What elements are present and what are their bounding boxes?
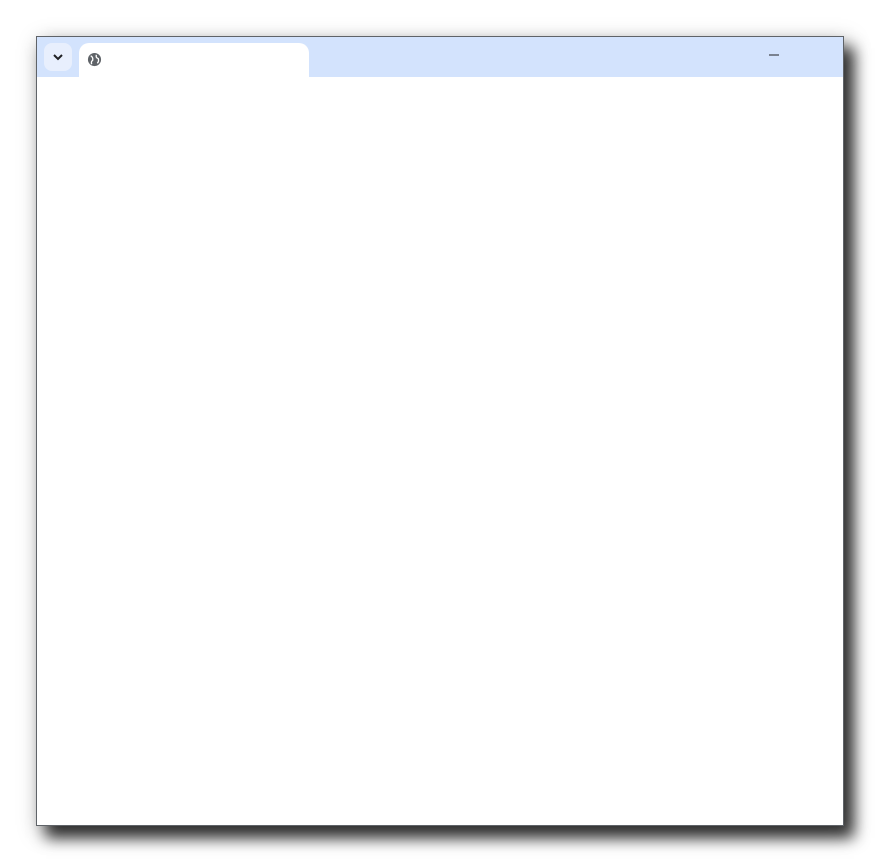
tab-close-icon[interactable] [284,49,302,67]
globe-icon [87,52,102,67]
tab-strip [37,37,843,77]
screenshot-stage [0,0,879,861]
browser-window [36,36,844,826]
minimize-icon [769,54,779,56]
tab-search-button[interactable] [44,43,72,71]
minimize-button[interactable] [758,45,790,69]
chevron-down-icon [53,53,63,60]
new-tab-button[interactable] [318,45,340,67]
browser-tab[interactable] [79,43,309,77]
